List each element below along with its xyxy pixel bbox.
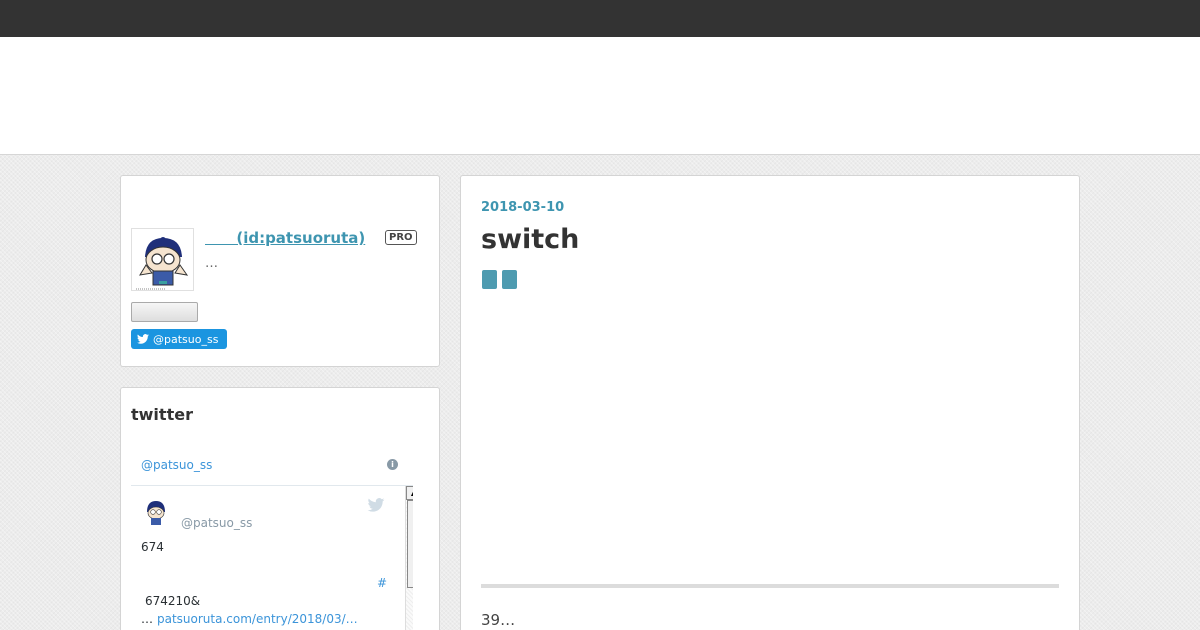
twitter-bird-icon	[137, 334, 149, 344]
tweet-link[interactable]: patsuoruta.com/entry/2018/03/…	[157, 612, 358, 626]
scroll-up-arrow-icon[interactable]: ▲	[406, 486, 413, 500]
category-tag[interactable]	[482, 270, 497, 289]
profile-avatar[interactable]	[131, 228, 194, 291]
timeline-feed[interactable]: @patsuo_ss 674 # 674210& … patsuoruta.com…	[131, 486, 413, 630]
tweet-hashtag-link[interactable]: #	[377, 576, 387, 590]
top-navigation-bar	[0, 0, 1200, 37]
blog-header	[0, 37, 1200, 155]
twitter-follow-button[interactable]: @patsuo_ss	[131, 329, 227, 349]
entry-divider	[481, 584, 1059, 588]
tweet-author-handle[interactable]: @patsuo_ss	[181, 516, 252, 530]
tweet-text: … patsuoruta.com/entry/2018/03/…	[141, 612, 358, 626]
timeline-scrollbar[interactable]: ▲	[405, 486, 413, 630]
profile-description: …	[205, 256, 218, 271]
category-tag[interactable]	[502, 270, 517, 289]
timeline-header: @patsuo_ss i	[131, 444, 413, 486]
module-title: twitter	[131, 405, 193, 424]
twitter-follow-label: @patsuo_ss	[153, 332, 219, 346]
entry-title[interactable]: switch	[481, 224, 579, 255]
entry-body-text: 39…	[481, 611, 516, 629]
profile-name-link[interactable]: (id:patsuoruta)	[205, 229, 365, 247]
tweet-text: 674	[141, 540, 164, 554]
tweet-text: 674210&	[145, 594, 201, 608]
scrollbar-thumb[interactable]	[407, 500, 413, 588]
entry-date-link[interactable]: 2018-03-10	[481, 200, 564, 215]
entry-article: 2018-03-10 switch 39…	[460, 175, 1080, 630]
twitter-module: twitter @patsuo_ss i @patsuo_ss 674 # 67…	[120, 387, 440, 630]
tweet-text-prefix: …	[141, 612, 153, 626]
twitter-bird-icon[interactable]	[367, 498, 385, 512]
pro-badge: PRO	[385, 230, 417, 245]
tweet-author-avatar[interactable]	[141, 498, 171, 528]
subscribe-button[interactable]	[131, 302, 198, 322]
profile-module: (id:patsuoruta) PRO … @patsuo_ss	[120, 175, 440, 367]
timeline-handle-link[interactable]: @patsuo_ss	[141, 458, 212, 472]
info-icon[interactable]: i	[387, 459, 398, 470]
